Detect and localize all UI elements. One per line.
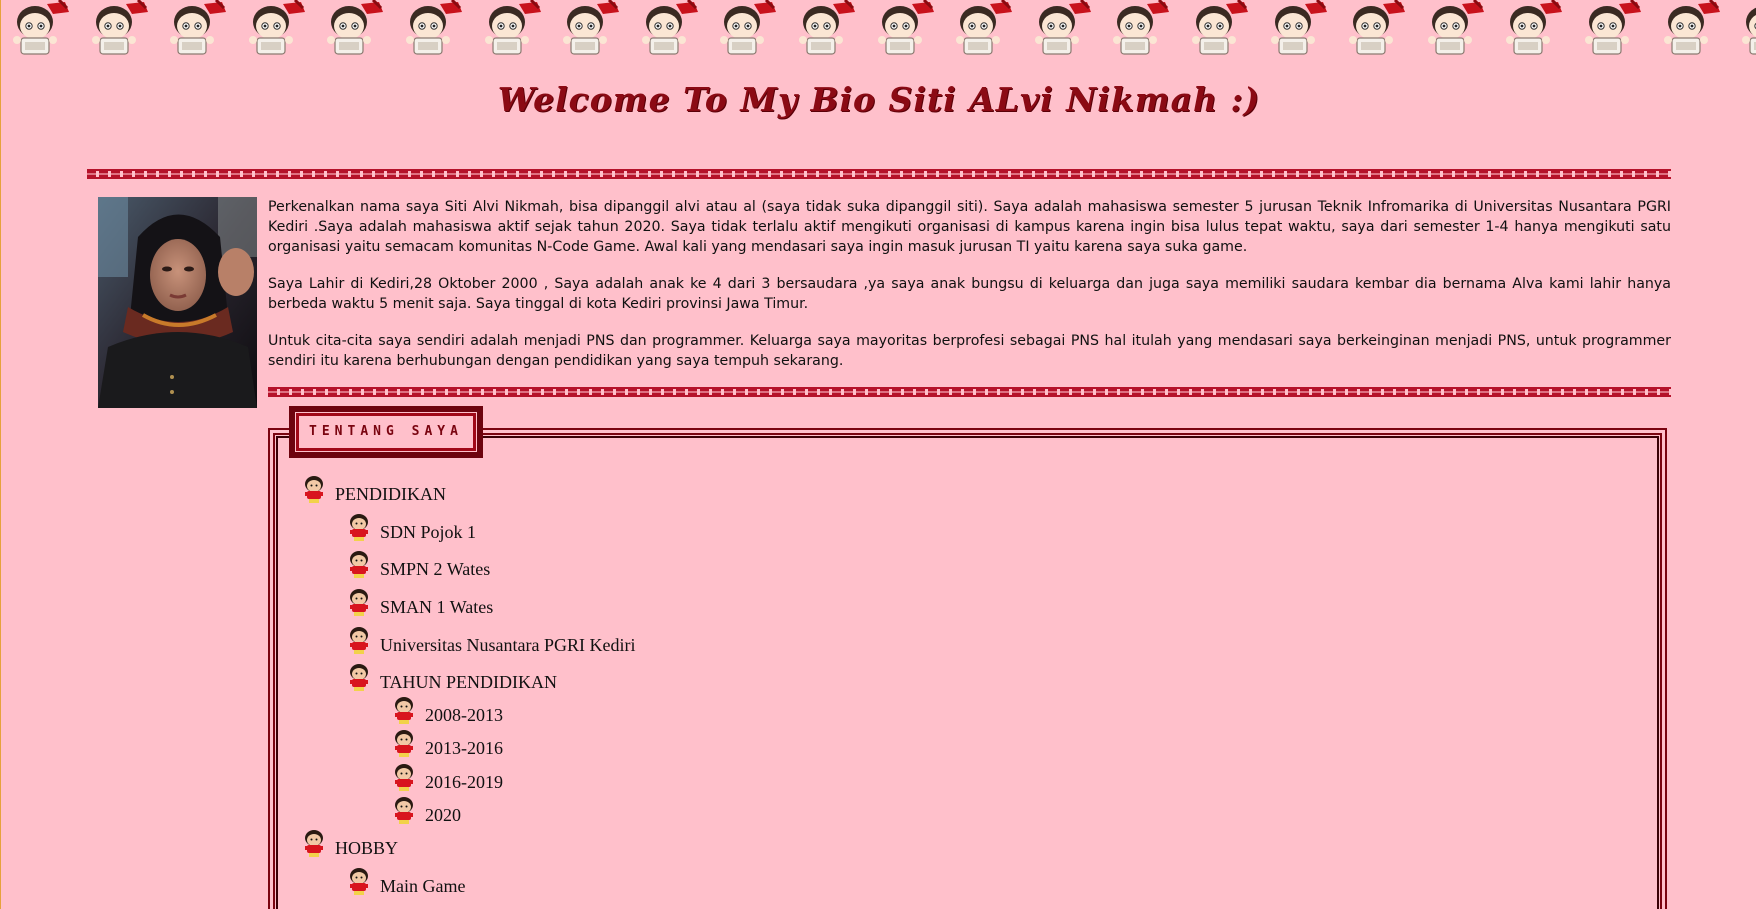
header-banner <box>1 0 1756 62</box>
chibi-boy-icon <box>346 513 372 543</box>
chibi-girl-icon <box>7 0 77 62</box>
chibi-boy-icon <box>346 550 372 580</box>
chibi-girl-icon <box>714 0 784 62</box>
chibi-boy-icon <box>346 867 372 897</box>
list-item-label: 2016-2019 <box>425 772 503 792</box>
chibi-girl-icon <box>321 0 391 62</box>
chibi-girl-icon <box>872 0 942 62</box>
list-item-label: 2013-2016 <box>425 738 503 758</box>
page-title: Welcome To My Bio Siti ALvi Nikmah :) <box>497 80 1261 119</box>
chibi-boy-icon <box>391 696 417 726</box>
chibi-boy-icon <box>301 475 327 505</box>
list-item-label: Main Game <box>380 876 466 896</box>
chibi-boy-icon <box>346 588 372 618</box>
list-item-label: TAHUN PENDIDIKAN <box>380 672 558 692</box>
chibi-girl-icon <box>950 0 1020 62</box>
chibi-girl-icon <box>1265 0 1335 62</box>
intro-paragraph: Perkenalkan nama saya Siti Alvi Nikmah, … <box>268 199 1671 255</box>
list-item-label: Universitas Nusantara PGRI Kediri <box>380 635 636 655</box>
chibi-boy-icon <box>391 729 417 759</box>
chibi-girl-icon <box>400 0 470 62</box>
chibi-boy-icon <box>391 763 417 793</box>
intro-paragraph: Untuk cita-cita saya sendiri adalah menj… <box>268 333 1671 369</box>
chibi-girl-icon <box>1186 0 1256 62</box>
chibi-girl-icon <box>1107 0 1177 62</box>
chibi-boy-icon <box>346 626 372 656</box>
chibi-girl-icon <box>793 0 863 62</box>
chibi-boy-icon <box>346 663 372 693</box>
list-item-label: SMAN 1 Wates <box>380 597 494 617</box>
divider-middle <box>268 387 1671 397</box>
list-item-label: SDN Pojok 1 <box>380 522 477 542</box>
chibi-girl-icon <box>1029 0 1099 62</box>
chibi-girl-icon <box>164 0 234 62</box>
chibi-girl-icon <box>243 0 313 62</box>
chibi-girl-icon <box>479 0 549 62</box>
chibi-girl-icon <box>1422 0 1492 62</box>
chibi-girl-icon <box>1500 0 1570 62</box>
list-item-label: PENDIDIKAN <box>335 484 446 504</box>
list-item-label: HOBBY <box>335 838 399 858</box>
chibi-boy-icon <box>391 796 417 826</box>
chibi-girl-icon <box>1658 0 1728 62</box>
chibi-boy-icon <box>301 829 327 859</box>
chibi-girl-icon <box>1343 0 1413 62</box>
about-section-label: TENTANG SAYA <box>289 406 483 458</box>
intro-paragraph: Saya Lahir di Kediri,28 Oktober 2000 , S… <box>268 276 1671 312</box>
chibi-girl-icon <box>557 0 627 62</box>
profile-photo-image <box>98 197 257 408</box>
chibi-girl-icon <box>636 0 706 62</box>
list-item-label: 2020 <box>425 805 461 825</box>
chibi-girl-icon <box>1736 0 1756 62</box>
profile-photo <box>98 197 257 408</box>
list-item-label: 2008-2013 <box>425 705 503 725</box>
intro-text: Perkenalkan nama saya Siti Alvi Nikmah, … <box>268 197 1671 388</box>
about-section <box>268 428 1667 909</box>
chibi-girl-icon <box>1579 0 1649 62</box>
divider-top <box>87 169 1671 179</box>
list-item-label: SMPN 2 Wates <box>380 559 491 579</box>
chibi-girl-icon <box>86 0 156 62</box>
